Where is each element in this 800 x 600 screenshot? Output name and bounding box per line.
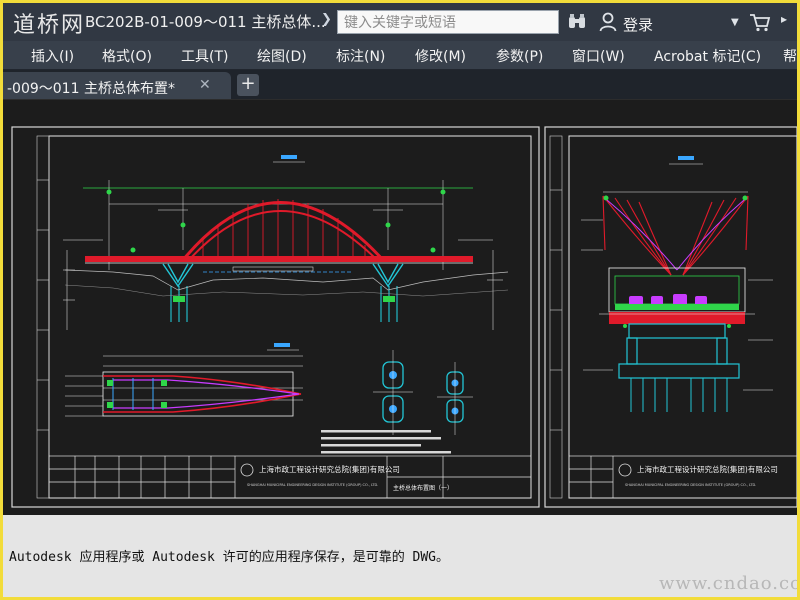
menu-insert[interactable]: 插入(I) bbox=[31, 46, 74, 66]
user-icon[interactable] bbox=[599, 12, 617, 32]
plus-icon: + bbox=[240, 73, 256, 94]
document-title: BC202B-01-009～011 主桥总体... bbox=[85, 13, 326, 31]
sheet1-company-english: SHANGHAI MUNICIPAL ENGINEERING DESIGN IN… bbox=[247, 483, 378, 487]
chevron-right-icon[interactable]: ❯ bbox=[321, 12, 332, 27]
drawing-canvas[interactable]: 上海市政工程设计研究总院(集团)有限公司 SHANGHAI MUNICIPAL … bbox=[3, 99, 797, 516]
menu-dimension[interactable]: 标注(N) bbox=[336, 46, 385, 66]
sheet1-company-name: 上海市政工程设计研究总院(集团)有限公司 bbox=[259, 464, 400, 474]
app-window: 道桥网 BC202B-01-009～011 主桥总体... ❯ 登录 ▼ ▸ 插… bbox=[0, 0, 800, 600]
more-chevron-icon[interactable]: ▸ bbox=[781, 12, 787, 26]
menu-acrobat-markup[interactable]: Acrobat 标记(C) bbox=[654, 46, 761, 66]
menu-modify[interactable]: 修改(M) bbox=[415, 46, 466, 66]
menu-window[interactable]: 窗口(W) bbox=[572, 46, 625, 66]
document-tab-bar: -009～011 主桥总体布置* ✕ + bbox=[3, 70, 797, 99]
sheet2-company-english: SHANGHAI MUNICIPAL ENGINEERING DESIGN IN… bbox=[625, 483, 756, 487]
menu-help[interactable]: 帮 bbox=[783, 46, 797, 66]
menu-tools[interactable]: 工具(T) bbox=[181, 46, 228, 66]
proxy-message: Autodesk 应用程序或 Autodesk 许可的应用程序保存，是可靠的 D… bbox=[9, 550, 450, 565]
binoculars-icon[interactable] bbox=[567, 12, 587, 32]
new-tab-button[interactable]: + bbox=[237, 74, 259, 96]
close-icon[interactable]: ✕ bbox=[199, 77, 211, 93]
menu-bar: 插入(I) 格式(O) 工具(T) 绘图(D) 标注(N) 修改(M) 参数(P… bbox=[3, 41, 797, 70]
menu-format[interactable]: 格式(O) bbox=[102, 46, 152, 66]
watermark: www.cndao.com bbox=[659, 573, 797, 594]
caret-down-icon[interactable]: ▼ bbox=[731, 17, 739, 28]
site-logo: 道桥网 bbox=[13, 13, 86, 38]
document-tab-label: -009～011 主桥总体布置* bbox=[7, 81, 175, 97]
sheet2-company-name: 上海市政工程设计研究总院(集团)有限公司 bbox=[637, 464, 778, 474]
cart-icon[interactable] bbox=[749, 13, 771, 32]
cad-drawing: 上海市政工程设计研究总院(集团)有限公司 SHANGHAI MUNICIPAL … bbox=[3, 100, 797, 516]
menu-draw[interactable]: 绘图(D) bbox=[257, 46, 307, 66]
search-input[interactable] bbox=[342, 13, 556, 33]
sheet1-title: 主桥总体布置图（一） bbox=[393, 484, 453, 492]
menu-parametric[interactable]: 参数(P) bbox=[496, 46, 543, 66]
login-button[interactable]: 登录 bbox=[623, 14, 653, 35]
title-bar: 道桥网 BC202B-01-009～011 主桥总体... ❯ 登录 ▼ ▸ bbox=[3, 3, 797, 42]
search-box[interactable] bbox=[337, 10, 559, 34]
proxy-message-area: Autodesk 应用程序或 Autodesk 许可的应用程序保存，是可靠的 D… bbox=[3, 515, 797, 597]
document-tab[interactable]: -009～011 主桥总体布置* ✕ bbox=[3, 72, 231, 99]
